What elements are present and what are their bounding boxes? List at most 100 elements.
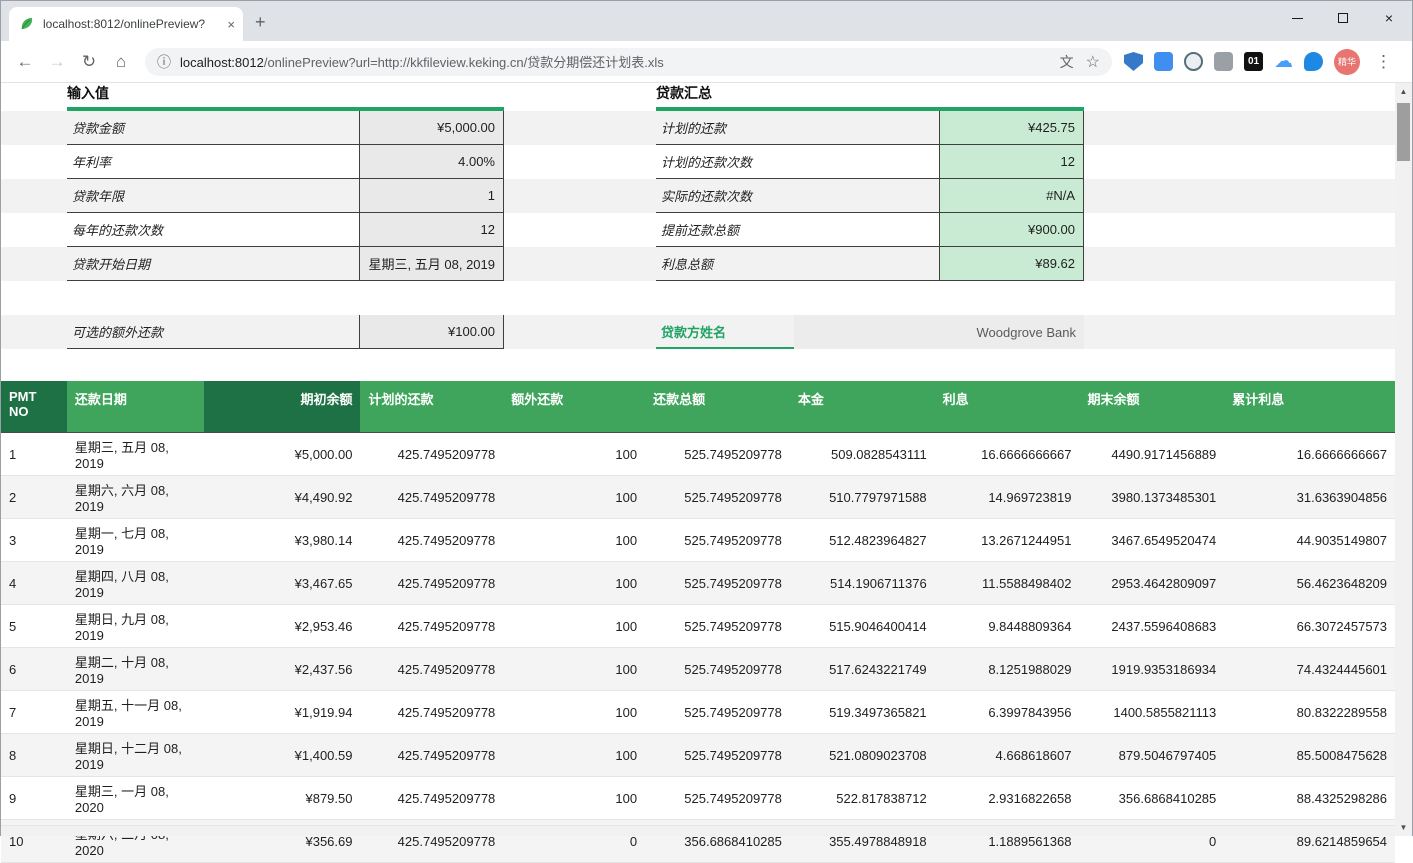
schedule-cell: 2 xyxy=(1,476,67,518)
schedule-cell: 星期一, 七月 08, 2019 xyxy=(67,519,204,561)
window-controls: × xyxy=(1274,1,1412,35)
tab-close-icon[interactable]: × xyxy=(227,17,235,32)
ext-translate-ext-icon[interactable] xyxy=(1154,52,1173,71)
schedule-cell: 100 xyxy=(503,433,645,475)
ext-gray-icon[interactable] xyxy=(1214,52,1233,71)
minimize-button[interactable] xyxy=(1274,1,1320,35)
schedule-cell: 425.7495209778 xyxy=(360,476,503,518)
input-label: 每年的还款次数 xyxy=(67,213,359,247)
ext-shield-icon[interactable] xyxy=(1124,52,1143,71)
input-value: 1 xyxy=(359,179,504,213)
schedule-cell: 11.5588498402 xyxy=(935,562,1080,604)
schedule-cell: 525.7495209778 xyxy=(645,734,790,776)
maximize-button[interactable] xyxy=(1320,1,1366,35)
scrollbar-thumb[interactable] xyxy=(1397,103,1410,161)
schedule-cell: 2437.5596408683 xyxy=(1079,605,1224,647)
schedule-header-cell: 本金 xyxy=(790,381,935,432)
input-label: 贷款年限 xyxy=(67,179,359,213)
schedule-cell: 425.7495209778 xyxy=(360,648,503,690)
address-bar[interactable]: ⓘ localhost:8012/onlinePreview?url=http:… xyxy=(145,48,1112,76)
summary-value: ¥89.62 xyxy=(939,247,1084,281)
ext-bird-icon[interactable] xyxy=(1304,52,1323,71)
schedule-cell: 4 xyxy=(1,562,67,604)
leaf-favicon-icon xyxy=(19,16,35,32)
schedule-cell: ¥1,919.94 xyxy=(204,691,361,733)
schedule-cell: 2.9316822658 xyxy=(935,777,1080,819)
input-value: 4.00% xyxy=(359,145,504,179)
spacer-row xyxy=(1,349,1395,381)
schedule-row: 9星期三, 一月 08, 2020¥879.50425.749520977810… xyxy=(1,777,1395,820)
scroll-down-button[interactable]: ▼ xyxy=(1395,819,1412,836)
schedule-cell: 星期六, 六月 08, 2019 xyxy=(67,476,204,518)
schedule-cell: ¥1,400.59 xyxy=(204,734,361,776)
schedule-cell: 14.969723819 xyxy=(935,476,1080,518)
schedule-cell: 3467.6549520474 xyxy=(1079,519,1224,561)
scroll-up-button[interactable]: ▲ xyxy=(1395,83,1412,100)
ext-cloud-icon[interactable]: ☁ xyxy=(1274,52,1293,71)
browser-tab[interactable]: localhost:8012/onlinePreview? × xyxy=(9,7,243,41)
schedule-cell: 3980.1373485301 xyxy=(1079,476,1224,518)
schedule-cell: 425.7495209778 xyxy=(360,777,503,819)
schedule-cell: 100 xyxy=(503,605,645,647)
summary-label: 提前还款总额 xyxy=(656,213,939,247)
schedule-cell: 525.7495209778 xyxy=(645,433,790,475)
schedule-cell: 525.7495209778 xyxy=(645,777,790,819)
schedule-cell: 509.0828543111 xyxy=(790,433,935,475)
schedule-cell: 88.4325298286 xyxy=(1224,777,1395,819)
schedule-header-cell: 额外还款 xyxy=(503,381,645,432)
schedule-cell: 522.817838712 xyxy=(790,777,935,819)
schedule-cell: 31.6363904856 xyxy=(1224,476,1395,518)
schedule-cell: 100 xyxy=(503,476,645,518)
input-section-title: 输入值 xyxy=(67,83,109,107)
schedule-cell: 525.7495209778 xyxy=(645,605,790,647)
summary-label: 利息总额 xyxy=(656,247,939,281)
ext-circle-icon[interactable] xyxy=(1184,52,1203,71)
schedule-cell: 5 xyxy=(1,605,67,647)
minimize-icon xyxy=(1292,18,1303,19)
schedule-cell: 8 xyxy=(1,734,67,776)
page-info-icon[interactable]: ⓘ xyxy=(157,52,171,72)
schedule-cell: ¥879.50 xyxy=(204,777,361,819)
home-button[interactable]: ⌂ xyxy=(107,52,135,72)
ext-badge-01-icon[interactable]: 01 xyxy=(1244,52,1263,71)
schedule-cell: 13.2671244951 xyxy=(935,519,1080,561)
refresh-button[interactable]: ↻ xyxy=(75,52,103,72)
schedule-cell: 4.668618607 xyxy=(935,734,1080,776)
schedule-cell: 1 xyxy=(1,433,67,475)
input-label: 贷款开始日期 xyxy=(67,247,359,281)
schedule-header-cell: 计划的还款 xyxy=(360,381,503,432)
schedule-cell: 8.1251988029 xyxy=(935,648,1080,690)
forward-button[interactable]: → xyxy=(43,52,71,72)
schedule-header: PMT NO还款日期期初余额计划的还款额外还款还款总额本金利息期末余额累计利息 xyxy=(1,381,1395,433)
schedule-cell: 512.4823964827 xyxy=(790,519,935,561)
profile-avatar[interactable]: 精华 xyxy=(1334,49,1360,75)
schedule-cell: 521.0809023708 xyxy=(790,734,935,776)
schedule-cell: 425.7495209778 xyxy=(360,519,503,561)
vertical-scrollbar[interactable]: ▲ ▼ xyxy=(1395,83,1412,836)
schedule-cell: 879.5046797405 xyxy=(1079,734,1224,776)
input-value: 12 xyxy=(359,213,504,247)
url-host: localhost:8012 xyxy=(180,55,264,70)
summary-section-underline: 贷款汇总 xyxy=(656,83,1084,111)
schedule-row: 3星期一, 七月 08, 2019¥3,980.14425.7495209778… xyxy=(1,519,1395,562)
schedule-row: 2星期六, 六月 08, 2019¥4,490.92425.7495209778… xyxy=(1,476,1395,519)
close-button[interactable]: × xyxy=(1366,1,1412,35)
bookmark-star-icon[interactable]: ☆ xyxy=(1086,52,1100,72)
schedule-cell: ¥3,980.14 xyxy=(204,519,361,561)
schedule-cell: 44.9035149807 xyxy=(1224,519,1395,561)
schedule-cell: 9 xyxy=(1,777,67,819)
schedule-cell: 356.6868410285 xyxy=(1079,777,1224,819)
schedule-cell: 100 xyxy=(503,519,645,561)
schedule-cell: 星期三, 五月 08, 2019 xyxy=(67,433,204,475)
schedule-cell: 100 xyxy=(503,562,645,604)
horizontal-scrollbar[interactable] xyxy=(1,825,1395,836)
back-button[interactable]: ← xyxy=(11,52,39,72)
url-text[interactable]: localhost:8012/onlinePreview?url=http://… xyxy=(180,52,1048,71)
translate-icon[interactable]: 文 xyxy=(1060,52,1074,72)
schedule-cell: 星期四, 八月 08, 2019 xyxy=(67,562,204,604)
schedule-cell: 6 xyxy=(1,648,67,690)
sheet-row: 贷款开始日期星期三, 五月 08, 2019利息总额¥89.62 xyxy=(1,247,1395,281)
browser-menu-icon[interactable]: ⋮ xyxy=(1375,52,1392,72)
input-label: 年利率 xyxy=(67,145,359,179)
new-tab-button[interactable]: + xyxy=(255,12,266,33)
